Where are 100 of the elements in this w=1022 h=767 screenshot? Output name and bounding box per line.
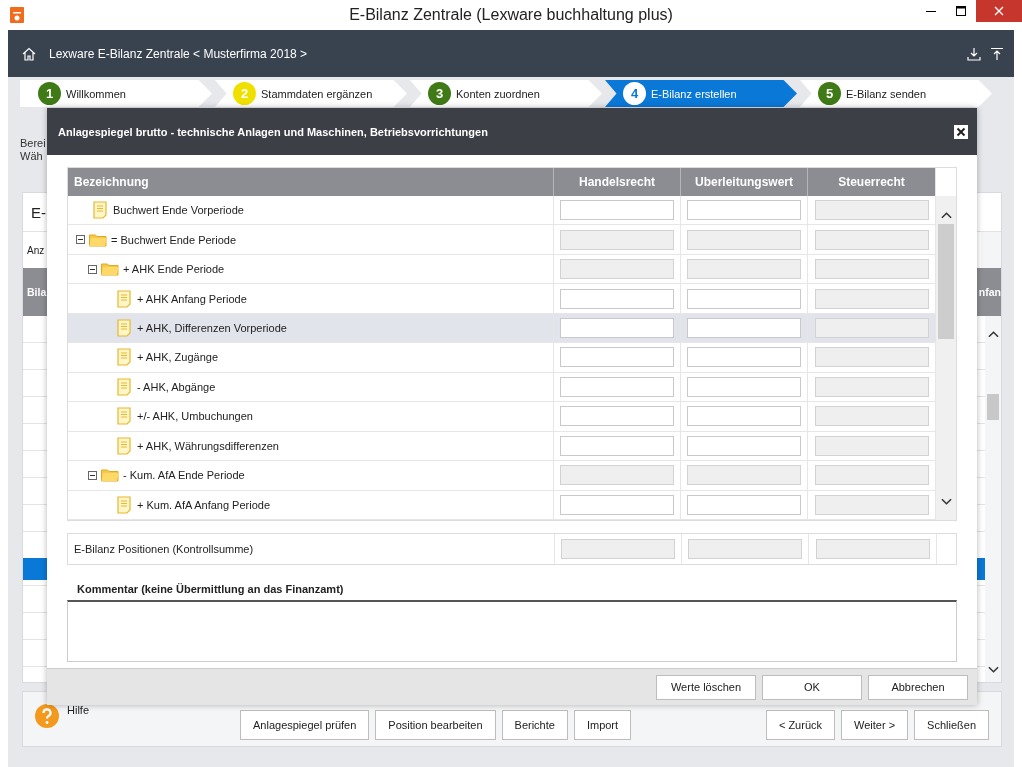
- table-row[interactable]: + AHK, Währungsdifferenzen: [68, 431, 935, 462]
- input-field[interactable]: [560, 494, 674, 515]
- position-label: Buchwert Ende Vorperiode: [113, 204, 244, 217]
- table-row[interactable]: + AHK, Differenzen Vorperiode: [68, 313, 935, 344]
- column-header: Steuerrecht: [807, 168, 935, 196]
- download-icon[interactable]: [967, 46, 981, 61]
- document-icon: [117, 495, 131, 514]
- nav-button[interactable]: Weiter >: [841, 710, 909, 740]
- input-field[interactable]: [560, 406, 674, 427]
- scroll-up-icon[interactable]: [987, 330, 999, 338]
- document-icon: [93, 201, 107, 220]
- input-field[interactable]: [687, 318, 801, 338]
- comment-field[interactable]: [67, 600, 957, 662]
- document-icon: [117, 289, 131, 308]
- collapse-icon[interactable]: [88, 470, 97, 480]
- position-label: +/- AHK, Umbuchungen: [137, 410, 253, 423]
- step-number: 4: [623, 82, 646, 105]
- app-icon: [10, 7, 24, 23]
- position-label: + AHK, Differenzen Vorperiode: [137, 322, 287, 334]
- column-header: Bezeichnung: [73, 173, 150, 191]
- input-field[interactable]: [687, 288, 801, 309]
- card-title: E-: [31, 203, 46, 221]
- column-header: Bila: [27, 286, 47, 298]
- wizard-step[interactable]: 1 Willkommen: [20, 80, 212, 107]
- scrollbar-thumb[interactable]: [938, 224, 954, 339]
- position-label: = Buchwert Ende Periode: [111, 233, 237, 246]
- wizard-step[interactable]: 3 Konten zuordnen: [410, 80, 602, 107]
- close-icon[interactable]: [954, 124, 968, 139]
- upload-icon[interactable]: [990, 46, 1004, 61]
- table-row[interactable]: + AHK, Zugänge: [68, 343, 935, 373]
- document-icon: [117, 407, 131, 426]
- position-label: - Kum. AfA Ende Periode: [123, 469, 245, 482]
- column-header: Uberleitungswert: [680, 168, 807, 196]
- input-field[interactable]: [560, 288, 674, 309]
- footer-button[interactable]: Anlagespiegel prüfen: [240, 710, 370, 740]
- document-icon: [117, 436, 131, 455]
- table-row[interactable]: + AHK Ende Periode: [68, 254, 935, 285]
- position-label: - AHK, Abgänge: [137, 380, 216, 393]
- folder-icon: [101, 468, 119, 483]
- step-number: 3: [428, 82, 451, 105]
- dialog-button[interactable]: Abbrechen: [868, 674, 968, 700]
- comment-label: Kommentar (keine Übermittlung an das Finanzamt): [77, 583, 345, 595]
- collapse-icon[interactable]: [76, 235, 85, 245]
- input-field[interactable]: [687, 200, 801, 221]
- folder-icon: [89, 232, 107, 247]
- column-header: nfan: [978, 286, 1001, 298]
- dialog-button[interactable]: Werte löschen: [656, 674, 756, 700]
- nav-button[interactable]: < Zurück: [765, 710, 835, 740]
- input-field[interactable]: [687, 494, 801, 515]
- scrollbar-thumb[interactable]: [987, 394, 999, 420]
- card-subtitle: Anz: [27, 244, 45, 256]
- home-icon[interactable]: [22, 46, 36, 61]
- scroll-down-icon[interactable]: [940, 498, 952, 506]
- table-row[interactable]: + AHK Anfang Periode: [68, 284, 935, 314]
- position-label: + Kum. AfA Anfang Periode: [137, 498, 270, 511]
- help-icon[interactable]: [35, 704, 59, 728]
- table-row[interactable]: +/- AHK, Umbuchungen: [68, 402, 935, 432]
- wizard-step[interactable]: 2 Stammdaten ergänzen: [215, 80, 407, 107]
- table-row[interactable]: Buchwert Ende Vorperiode: [68, 195, 935, 226]
- footer-button[interactable]: Berichte: [501, 710, 568, 740]
- scroll-up-icon[interactable]: [940, 211, 952, 219]
- input-field[interactable]: [560, 435, 674, 456]
- wizard-step[interactable]: 4 E-Bilanz erstellen: [605, 80, 797, 107]
- document-icon: [117, 348, 131, 367]
- collapse-icon[interactable]: [88, 264, 97, 274]
- wizard-step[interactable]: 5 E-Bilanz senden: [800, 80, 992, 107]
- input-field[interactable]: [560, 200, 674, 221]
- window-title: E-Bilanz Zentrale (Lexware buchhaltung plus): [348, 6, 674, 24]
- table-row[interactable]: + Kum. AfA Anfang Periode: [68, 490, 935, 520]
- dialog-button[interactable]: OK: [762, 674, 862, 700]
- input-field[interactable]: [560, 347, 674, 368]
- dialog-title: Anlagespiegel brutto - technische Anlagen und Maschinen, Betriebsvorrichtungen: [58, 125, 489, 138]
- position-label: + AHK, Zugänge: [137, 351, 219, 364]
- input-field[interactable]: [687, 347, 801, 368]
- footer-button[interactable]: Import: [573, 710, 632, 740]
- scroll-down-icon[interactable]: [987, 666, 999, 674]
- help-link[interactable]: Hilfe: [67, 704, 89, 716]
- input-field[interactable]: [687, 376, 801, 397]
- step-number: 2: [233, 82, 256, 105]
- table-row[interactable]: - Kum. AfA Ende Periode: [68, 461, 935, 491]
- input-field[interactable]: [560, 318, 674, 338]
- footer-button[interactable]: Position bearbeiten: [375, 710, 496, 740]
- step-number: 5: [818, 82, 841, 105]
- table-row[interactable]: - AHK, Abgänge: [68, 372, 935, 403]
- position-label: + AHK Ende Periode: [123, 263, 225, 276]
- breadcrumb[interactable]: Lexware E-Bilanz Zentrale < Musterfirma 2018 >: [49, 46, 308, 61]
- folder-icon: [101, 262, 119, 277]
- position-label: + AHK, Währungsdifferenzen: [137, 439, 279, 452]
- nav-button[interactable]: Schließen: [914, 710, 989, 740]
- intro-text: Berei: [20, 137, 47, 150]
- input-field[interactable]: [687, 406, 801, 427]
- step-number: 1: [38, 82, 61, 105]
- document-icon: [117, 319, 131, 337]
- intro-text: Wäh: [20, 150, 44, 163]
- position-label: + AHK Anfang Periode: [137, 292, 247, 305]
- document-icon: [117, 377, 131, 396]
- input-field[interactable]: [687, 435, 801, 456]
- input-field[interactable]: [560, 376, 674, 397]
- table-row[interactable]: = Buchwert Ende Periode: [68, 225, 935, 255]
- column-header: Handelsrecht: [553, 168, 680, 196]
